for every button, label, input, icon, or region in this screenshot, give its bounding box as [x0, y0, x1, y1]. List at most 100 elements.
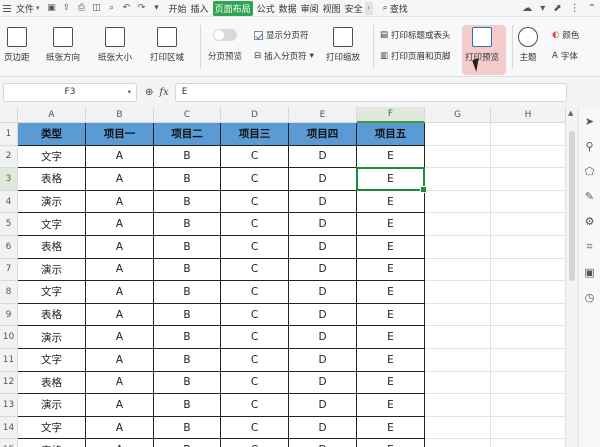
- header-cell[interactable]: 项目四: [289, 123, 357, 146]
- table-cell[interactable]: [491, 123, 566, 146]
- table-cell[interactable]: C: [221, 439, 289, 447]
- table-cell[interactable]: [491, 145, 566, 169]
- table-cell[interactable]: C: [221, 190, 289, 214]
- print-icon[interactable]: ⎙: [76, 2, 88, 14]
- table-cell[interactable]: D: [289, 281, 357, 304]
- style-icon[interactable]: ✎: [585, 190, 594, 203]
- chevron-down-icon[interactable]: ▾: [151, 2, 163, 14]
- table-cell[interactable]: [491, 371, 566, 395]
- table-cell[interactable]: C: [221, 258, 289, 282]
- table-cell[interactable]: B: [154, 236, 221, 259]
- table-cell[interactable]: D: [289, 371, 357, 395]
- column-header[interactable]: C: [154, 107, 221, 123]
- row-header[interactable]: 15: [0, 439, 18, 447]
- chevron-down-icon[interactable]: ▾: [127, 88, 131, 96]
- table-cell[interactable]: C: [221, 281, 289, 304]
- table-cell[interactable]: [491, 394, 566, 417]
- menu-tab[interactable]: 开始: [169, 2, 187, 15]
- table-cell[interactable]: 文字: [18, 145, 86, 169]
- undo-icon[interactable]: ↶: [121, 2, 133, 14]
- table-cell[interactable]: E: [357, 303, 425, 327]
- table-cell[interactable]: [491, 213, 566, 236]
- header-cell[interactable]: 项目一: [86, 123, 154, 146]
- row-header[interactable]: 14: [0, 416, 18, 440]
- table-cell[interactable]: B: [154, 145, 221, 169]
- menu-icon[interactable]: [0, 0, 12, 17]
- table-cell[interactable]: A: [86, 190, 154, 214]
- print-area-button[interactable]: 打印区域: [150, 27, 184, 63]
- table-cell[interactable]: [425, 168, 491, 191]
- table-cell[interactable]: B: [154, 326, 221, 349]
- chevron-down-icon[interactable]: ▾: [540, 3, 545, 14]
- table-cell[interactable]: 表格: [18, 236, 86, 259]
- table-cell[interactable]: B: [154, 213, 221, 236]
- table-cell[interactable]: 文字: [18, 281, 86, 304]
- table-cell[interactable]: A: [86, 281, 154, 304]
- table-cell[interactable]: B: [154, 394, 221, 417]
- row-header[interactable]: 12: [0, 371, 18, 395]
- crop-icon[interactable]: ⌗: [586, 240, 592, 254]
- table-cell[interactable]: [425, 349, 491, 372]
- table-cell[interactable]: 文字: [18, 213, 86, 236]
- table-cell[interactable]: D: [289, 145, 357, 169]
- table-cell[interactable]: [491, 258, 566, 282]
- table-cell[interactable]: A: [86, 439, 154, 447]
- table-cell[interactable]: B: [154, 439, 221, 447]
- select-all-corner[interactable]: [0, 107, 18, 123]
- menu-tab[interactable]: 视图: [323, 2, 341, 15]
- redo-icon[interactable]: ↷: [136, 2, 148, 14]
- fonts-button[interactable]: A 字体: [552, 50, 578, 62]
- table-cell[interactable]: C: [221, 394, 289, 417]
- header-cell[interactable]: 项目五: [357, 123, 425, 146]
- table-cell[interactable]: 表格: [18, 371, 86, 395]
- row-header[interactable]: 10: [0, 326, 18, 349]
- table-cell[interactable]: A: [86, 168, 154, 191]
- chevron-down-icon[interactable]: ▾: [36, 4, 40, 12]
- table-cell[interactable]: 表格: [18, 303, 86, 327]
- table-cell[interactable]: [425, 371, 491, 395]
- table-cell[interactable]: 演示: [18, 258, 86, 282]
- share-icon[interactable]: ⬈: [553, 3, 561, 14]
- show-page-breaks-checkbox[interactable]: 显示分页符: [254, 29, 309, 41]
- table-cell[interactable]: B: [154, 371, 221, 395]
- scroll-up-icon[interactable]: ▲: [568, 109, 573, 117]
- table-cell[interactable]: [425, 145, 491, 169]
- table-cell[interactable]: A: [86, 213, 154, 236]
- menu-tab[interactable]: 插入: [191, 2, 209, 15]
- table-cell[interactable]: A: [86, 258, 154, 282]
- page-break-toggle[interactable]: [213, 29, 237, 41]
- insert-function-icon[interactable]: fx: [159, 87, 168, 98]
- table-cell[interactable]: A: [86, 236, 154, 259]
- table-cell[interactable]: [425, 123, 491, 146]
- table-cell[interactable]: D: [289, 236, 357, 259]
- table-cell[interactable]: E: [357, 145, 425, 169]
- table-cell[interactable]: D: [289, 303, 357, 327]
- table-cell[interactable]: B: [154, 168, 221, 191]
- paper-size-button[interactable]: 纸张大小: [98, 27, 132, 63]
- header-cell[interactable]: 项目三: [221, 123, 289, 146]
- filter-icon[interactable]: ⚲: [585, 140, 593, 153]
- table-cell[interactable]: [491, 326, 566, 349]
- table-cell[interactable]: A: [86, 326, 154, 349]
- table-cell[interactable]: A: [86, 416, 154, 440]
- table-cell[interactable]: D: [289, 190, 357, 214]
- table-cell[interactable]: C: [221, 326, 289, 349]
- collapse-icon[interactable]: ⌃: [588, 3, 596, 14]
- row-header[interactable]: 8: [0, 281, 18, 304]
- table-cell[interactable]: C: [221, 371, 289, 395]
- header-cell[interactable]: 类型: [18, 123, 86, 146]
- table-cell[interactable]: [425, 236, 491, 259]
- save-icon[interactable]: ▣: [46, 2, 58, 14]
- table-cell[interactable]: 文字: [18, 416, 86, 440]
- table-cell[interactable]: 演示: [18, 326, 86, 349]
- tools-icon[interactable]: ⚙: [585, 215, 595, 228]
- table-cell[interactable]: [425, 213, 491, 236]
- name-box[interactable]: F3 ▾: [3, 82, 137, 102]
- table-cell[interactable]: C: [221, 213, 289, 236]
- row-header[interactable]: 7: [0, 258, 18, 282]
- print-scaling-button[interactable]: 打印缩放: [326, 27, 360, 63]
- row-header[interactable]: 9: [0, 303, 18, 327]
- column-header[interactable]: D: [221, 107, 289, 123]
- table-cell[interactable]: D: [289, 213, 357, 236]
- table-cell[interactable]: A: [86, 371, 154, 395]
